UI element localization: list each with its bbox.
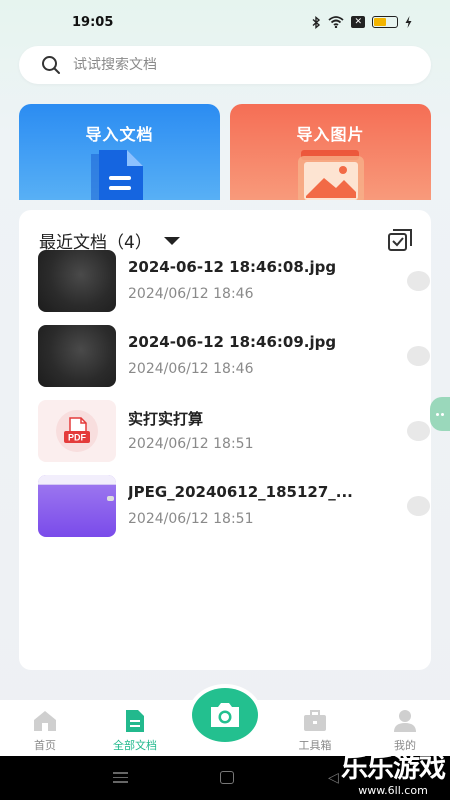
document-name: 实打实打算 xyxy=(128,410,204,428)
charging-icon xyxy=(405,16,412,28)
document-thumbnail xyxy=(38,250,116,312)
wifi-icon xyxy=(328,16,345,28)
camera-icon xyxy=(211,703,239,727)
x-icon: ✕ xyxy=(351,16,365,28)
document-thumbnail xyxy=(38,475,116,537)
nav-label: 我的 xyxy=(394,739,416,752)
document-date: 2024/06/12 18:46 xyxy=(128,286,254,302)
document-icon xyxy=(126,710,144,732)
nav-item-home[interactable]: 首页 xyxy=(10,700,80,756)
battery-icon xyxy=(372,16,398,28)
nav-label: 工具箱 xyxy=(298,739,332,752)
list-item[interactable]: 2024-06-12 18:46:08.jpg 2024/06/12 18:46 xyxy=(38,250,430,312)
search-input[interactable] xyxy=(73,57,403,73)
watermark-sub: www.6ll.com xyxy=(358,784,428,797)
status-bar: 19:05 ✕ xyxy=(0,0,450,44)
select-radio[interactable] xyxy=(407,346,430,366)
document-icon xyxy=(91,150,143,200)
home-icon xyxy=(34,711,56,731)
document-name: 2024-06-12 18:46:09.jpg xyxy=(128,333,337,351)
multi-select-icon[interactable] xyxy=(387,228,413,252)
watermark: 乐乐游戏 www.6ll.com xyxy=(336,754,450,800)
document-thumbnail: PDF xyxy=(38,400,116,462)
select-radio[interactable] xyxy=(407,271,430,291)
home-button-icon[interactable] xyxy=(220,771,234,784)
floating-side-tab[interactable] xyxy=(430,397,450,431)
import-document-button[interactable]: 导入文档 xyxy=(19,104,220,200)
nav-item-toolbox[interactable]: 工具箱 xyxy=(280,700,350,756)
search-icon xyxy=(42,56,60,74)
document-date: 2024/06/12 18:51 xyxy=(128,436,254,452)
bluetooth-icon xyxy=(312,15,321,29)
document-name: JPEG_20240612_185127_... xyxy=(128,483,353,501)
toolbox-icon xyxy=(304,710,326,731)
document-name: 2024-06-12 18:46:08.jpg xyxy=(128,258,337,276)
document-thumbnail xyxy=(38,325,116,387)
list-item[interactable]: JPEG_20240612_185127_... 2024/06/12 18:5… xyxy=(38,475,430,537)
status-icons: ✕ xyxy=(312,15,412,29)
watermark-main: 乐乐游戏 xyxy=(341,753,446,784)
document-date: 2024/06/12 18:46 xyxy=(128,361,254,377)
select-radio[interactable] xyxy=(407,421,430,441)
nav-label: 全部文档 xyxy=(113,739,157,752)
person-icon xyxy=(394,710,416,732)
status-time: 19:05 xyxy=(72,14,114,30)
select-radio[interactable] xyxy=(407,496,430,516)
document-date: 2024/06/12 18:51 xyxy=(128,511,254,527)
nav-item-profile[interactable]: 我的 xyxy=(370,700,440,756)
pdf-icon: PDF xyxy=(56,410,98,452)
image-icon xyxy=(298,150,364,200)
nav-label: 首页 xyxy=(34,739,56,752)
list-item[interactable]: PDF 实打实打算 2024/06/12 18:51 xyxy=(38,400,430,462)
import-image-button[interactable]: 导入图片 xyxy=(230,104,431,200)
recent-documents-panel: 最近文档（4） 2024-06-12 18:46:08.jpg 2024/06/… xyxy=(19,210,431,670)
pdf-badge: PDF xyxy=(68,433,87,443)
camera-button[interactable] xyxy=(192,688,258,742)
caret-down-icon xyxy=(163,236,180,245)
import-document-label: 导入文档 xyxy=(85,125,154,144)
menu-icon[interactable] xyxy=(113,772,128,786)
nav-item-all-documents[interactable]: 全部文档 xyxy=(100,700,170,756)
list-item[interactable]: 2024-06-12 18:46:09.jpg 2024/06/12 18:46 xyxy=(38,325,430,387)
battery-fill xyxy=(374,18,387,26)
import-image-label: 导入图片 xyxy=(296,125,365,144)
search-bar[interactable] xyxy=(19,46,431,84)
